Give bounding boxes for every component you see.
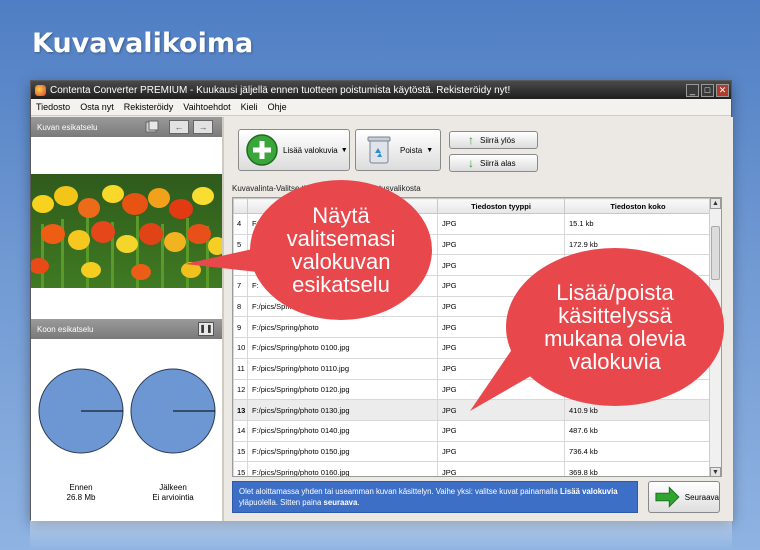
remove-label: Poista: [400, 145, 423, 155]
image-preview-area: [31, 138, 222, 314]
scroll-up-icon[interactable]: ▲: [710, 198, 721, 209]
row-file-type: JPG: [437, 440, 565, 463]
row-path: F:/pics/Spring/photo 0160.jpg: [247, 461, 438, 476]
page-title: Kuvavalikoima: [32, 28, 254, 59]
column-header-file-size[interactable]: Tiedoston koko: [564, 198, 712, 214]
menu-buy-now[interactable]: Osta nyt: [75, 102, 119, 112]
add-icon: [246, 134, 278, 166]
menu-file[interactable]: Tiedosto: [31, 102, 75, 112]
row-file-size: 369.8 kb: [564, 461, 712, 476]
image-preview-title: Kuvan esikatselu: [37, 122, 98, 132]
before-label: Ennen 26.8 Mb: [41, 483, 121, 503]
after-value: Ei arviointia: [152, 493, 194, 502]
row-file-type: JPG: [437, 233, 565, 256]
menu-bar: Tiedosto Osta nyt Rekisteröidy Vaihtoehd…: [31, 99, 731, 116]
before-pie: [38, 368, 124, 454]
chevron-down-icon: ▼: [426, 146, 434, 154]
after-pie: [130, 368, 216, 454]
row-number: 4: [233, 213, 248, 235]
row-path: F:/pics/Spring/photo 0100.jpg: [247, 337, 438, 359]
table-row[interactable]: 15 F:/pics/Spring/photo 0160.jpg JPG 369.8 …: [233, 461, 712, 476]
window-titlebar: Contenta Converter PREMIUM - Kuukausi jä…: [31, 81, 731, 99]
row-path: F:/pics/Spring/photo 0110.jpg: [247, 357, 438, 380]
row-path: F:/pics/Spring/photo 0150.jpg: [247, 440, 438, 463]
maximize-button[interactable]: □: [701, 83, 714, 97]
row-file-size: 487.6 kb: [564, 419, 712, 442]
row-number: 15: [233, 440, 248, 463]
menu-options[interactable]: Vaihtoehdot: [178, 102, 235, 112]
next-arrow-icon: [655, 486, 680, 508]
table-row[interactable]: 14 F:/pics/Spring/photo 0140.jpg JPG 487.6 …: [233, 419, 712, 442]
menu-register[interactable]: Rekisteröidy: [119, 102, 179, 112]
row-path: F:/pics/Spring/photo: [247, 316, 438, 339]
row-number: 14: [233, 419, 248, 442]
close-button[interactable]: ✕: [716, 83, 729, 97]
arrow-down-icon: ↓: [468, 156, 474, 170]
row-path: F:/pics/Spring/photo 0140.jpg: [247, 419, 438, 442]
row-path: F:/pics/Spring/photo 0130.jpg: [247, 399, 438, 421]
instruction-text-2: yläpuolella. Sitten paina: [239, 498, 324, 507]
chevron-down-icon: ▼: [340, 146, 348, 154]
recycle-bin-icon: [367, 136, 391, 164]
size-preview-area: Ennen 26.8 Mb Jälkeen Ei arviointia: [31, 341, 222, 521]
row-number: 10: [233, 337, 248, 359]
addremove-callout: Lisää/poista käsittelyssä mukana olevia …: [506, 248, 724, 406]
minimize-button[interactable]: _: [686, 83, 699, 97]
column-header-number[interactable]: [233, 198, 248, 214]
next-button[interactable]: Seuraava: [648, 481, 720, 513]
instruction-text-1: Olet aloittamassa yhden tai useamman kuv…: [239, 487, 560, 496]
row-number: 11: [233, 357, 248, 380]
left-pane: Kuvan esikatselu ← → Koon esikatselu ❚❚ …: [31, 117, 222, 521]
row-number: 8: [233, 295, 248, 318]
preview-callout: Näytä valitsemasi valokuvan esikatselu: [250, 180, 432, 320]
move-down-button[interactable]: ↓ Siirrä alas: [449, 154, 538, 172]
row-file-type: JPG: [437, 461, 565, 476]
window-reflection: [30, 521, 732, 550]
scroll-down-icon[interactable]: ▼: [710, 467, 721, 476]
next-label: Seuraava: [684, 492, 719, 502]
row-number: 15: [233, 461, 248, 476]
table-row[interactable]: 15 F:/pics/Spring/photo 0150.jpg JPG 736.4 …: [233, 440, 712, 463]
remove-button[interactable]: Poista ▼: [355, 129, 441, 171]
instruction-next: seuraava: [323, 498, 358, 507]
image-preview-header: Kuvan esikatselu ← →: [31, 117, 222, 137]
row-file-type: JPG: [437, 419, 565, 442]
instruction-box: Olet aloittamassa yhden tai useamman kuv…: [232, 481, 638, 513]
rotate-icon[interactable]: [142, 120, 162, 134]
app-logo-icon: [35, 84, 46, 96]
after-title: Jälkeen: [159, 483, 187, 492]
arrow-up-icon: ↑: [468, 133, 474, 147]
move-up-label: Siirrä ylös: [480, 135, 516, 145]
add-photos-button[interactable]: Lisää valokuvia ▼: [238, 129, 350, 171]
pause-icon[interactable]: ❚❚: [198, 322, 214, 336]
row-file-size: 15.1 kb: [564, 213, 712, 235]
menu-help[interactable]: Ohje: [263, 102, 292, 112]
add-photos-label: Lisää valokuvia: [283, 145, 338, 155]
before-value: 26.8 Mb: [66, 493, 96, 502]
menu-language[interactable]: Kieli: [236, 102, 263, 112]
column-header-file-type[interactable]: Tiedoston tyyppi: [437, 198, 565, 214]
row-number: 9: [233, 316, 248, 339]
window-title: Contenta Converter PREMIUM - Kuukausi jä…: [50, 84, 511, 96]
size-preview-title: Koon esikatselu: [37, 324, 94, 334]
row-number: 13: [233, 399, 248, 421]
scrollbar-thumb[interactable]: [711, 226, 720, 280]
row-file-size: 736.4 kb: [564, 440, 712, 463]
arrow-left-icon[interactable]: ←: [169, 120, 189, 134]
arrow-right-icon[interactable]: →: [193, 120, 213, 134]
row-number: 12: [233, 378, 248, 401]
preview-callout-text: Näytä valitsemasi valokuvan esikatselu: [286, 203, 396, 297]
row-path: F:/pics/Spring/photo 0120.jpg: [247, 378, 438, 401]
size-preview-header: Koon esikatselu ❚❚: [31, 319, 222, 339]
addremove-callout-text: Lisää/poista käsittelyssä mukana olevia …: [544, 280, 686, 374]
instruction-text-3: .: [357, 498, 360, 507]
move-up-button[interactable]: ↑ Siirrä ylös: [449, 131, 538, 149]
instruction-add-photos: Lisää valokuvia: [560, 487, 618, 496]
before-title: Ennen: [69, 483, 93, 492]
row-file-type: JPG: [437, 213, 565, 235]
move-down-label: Siirrä alas: [480, 158, 516, 168]
after-label: Jälkeen Ei arviointia: [133, 483, 213, 503]
